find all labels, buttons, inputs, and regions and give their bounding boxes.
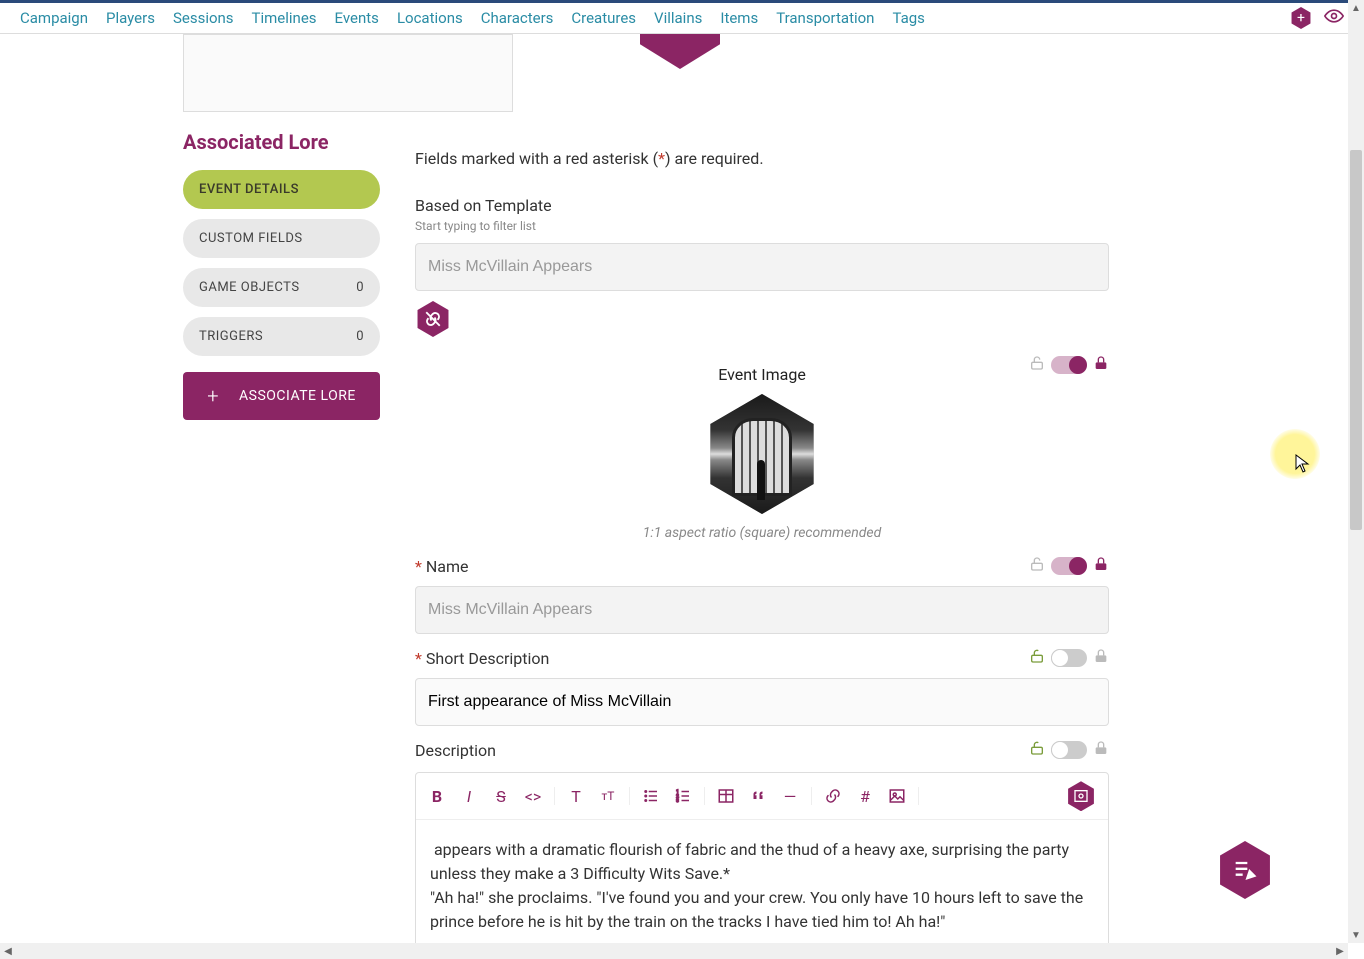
cursor-icon: [1295, 454, 1311, 479]
tab-custom-fields[interactable]: Custom Fields: [183, 219, 380, 258]
unlink-button[interactable]: [415, 301, 451, 337]
header-hexagon: [640, 34, 720, 69]
template-input[interactable]: [415, 243, 1109, 291]
code-icon[interactable]: <>: [524, 787, 542, 805]
view-icon[interactable]: [1324, 6, 1344, 31]
associate-lore-button[interactable]: + Associate Lore: [183, 372, 380, 420]
nav-tags[interactable]: Tags: [892, 9, 924, 27]
scroll-up-icon[interactable]: ▲: [1348, 0, 1364, 16]
ol-icon[interactable]: 123: [674, 787, 692, 805]
nav-transportation[interactable]: Transportation: [776, 9, 874, 27]
short-desc-lock-toggle[interactable]: [1051, 649, 1087, 667]
unlock-icon: [1029, 740, 1045, 760]
tab-game-objects[interactable]: Game Objects 0: [183, 268, 380, 307]
sidebar: Associated Lore Event Details Custom Fie…: [0, 34, 395, 959]
tab-label: Custom Fields: [199, 231, 303, 246]
link-icon[interactable]: [824, 787, 842, 805]
tab-event-details[interactable]: Event Details: [183, 170, 380, 209]
event-image[interactable]: [702, 394, 822, 514]
hr-icon[interactable]: —: [781, 787, 799, 805]
sidebar-title: Associated Lore: [183, 130, 380, 154]
lock-icon: [1093, 740, 1109, 760]
unlock-icon: [1029, 355, 1045, 375]
bold-icon[interactable]: B: [428, 787, 446, 805]
quote-icon[interactable]: [749, 787, 767, 805]
textsize-icon[interactable]: T: [567, 787, 585, 805]
nav-players[interactable]: Players: [106, 9, 155, 27]
italic-icon[interactable]: I: [460, 787, 478, 805]
main-form: Fields marked with a red asterisk (*) ar…: [395, 34, 1364, 959]
desc-label: Description: [415, 741, 496, 760]
lock-icon: [1093, 648, 1109, 668]
add-button[interactable]: +: [1290, 7, 1312, 29]
short-desc-label: *Short Description: [415, 649, 549, 668]
scroll-down-icon[interactable]: ▼: [1348, 927, 1364, 943]
tab-label: Game Objects: [199, 280, 300, 295]
tab-label: Event Details: [199, 182, 299, 197]
scroll-right-icon[interactable]: ▶: [1332, 943, 1348, 959]
template-hint: Start typing to filter list: [415, 219, 1344, 233]
desc-lock-toggle[interactable]: [1051, 741, 1087, 759]
nav-characters[interactable]: Characters: [481, 9, 554, 27]
nav-timelines[interactable]: Timelines: [252, 9, 317, 27]
hash-icon[interactable]: #: [856, 787, 874, 805]
name-lock-toggle[interactable]: [1051, 557, 1087, 575]
scroll-left-icon[interactable]: ◀: [0, 943, 16, 959]
nav-items[interactable]: Items: [720, 9, 758, 27]
tab-count: 0: [356, 329, 364, 344]
tab-triggers[interactable]: Triggers 0: [183, 317, 380, 356]
tab-count: 0: [356, 280, 364, 295]
nav-events[interactable]: Events: [335, 9, 379, 27]
nav-villains[interactable]: Villains: [654, 9, 702, 27]
topbar-actions: +: [1290, 6, 1344, 31]
vertical-scrollbar[interactable]: ▲ ▼: [1348, 0, 1364, 943]
ul-icon[interactable]: [642, 787, 660, 805]
cursor-highlight: [1270, 429, 1320, 479]
associate-lore-label: Associate Lore: [239, 388, 356, 404]
lock-icon: [1093, 355, 1109, 375]
template-label: Based on Template: [415, 196, 1344, 215]
description-editor: B I S <> T тT 123 —: [415, 772, 1109, 953]
event-image-block: Event Image 1:1 aspect ratio (square) re…: [415, 365, 1109, 542]
name-input[interactable]: [415, 586, 1109, 634]
short-desc-lock-row: [1029, 648, 1109, 668]
nav-locations[interactable]: Locations: [397, 9, 463, 27]
description-textarea[interactable]: appears with a dramatic flourish of fabr…: [416, 820, 1108, 952]
plus-icon: +: [207, 384, 219, 408]
top-nav-bar: Campaign Players Sessions Timelines Even…: [0, 0, 1364, 34]
nav-creatures[interactable]: Creatures: [571, 9, 636, 27]
image-icon[interactable]: [888, 787, 906, 805]
unlock-icon: [1029, 556, 1045, 576]
lock-icon: [1093, 556, 1109, 576]
nav-sessions[interactable]: Sessions: [173, 9, 234, 27]
tab-label: Triggers: [199, 329, 263, 344]
table-icon[interactable]: [717, 787, 735, 805]
required-hint: Fields marked with a red asterisk (*) ar…: [415, 149, 1344, 168]
editor-insert-button[interactable]: [1066, 781, 1096, 811]
event-image-label: Event Image: [415, 365, 1109, 384]
scroll-thumb[interactable]: [1350, 150, 1362, 530]
nav-campaign[interactable]: Campaign: [20, 9, 88, 27]
name-lock-row: [1029, 556, 1109, 576]
horizontal-scrollbar[interactable]: ◀ ▶: [0, 943, 1348, 959]
textsize2-icon[interactable]: тT: [599, 787, 617, 805]
strike-icon[interactable]: S: [492, 787, 510, 805]
svg-text:3: 3: [676, 798, 679, 804]
editor-toolbar: B I S <> T тT 123 —: [416, 773, 1108, 820]
unlock-icon: [1029, 648, 1045, 668]
image-lock-toggle[interactable]: [1051, 356, 1087, 374]
name-label: *Name: [415, 557, 469, 576]
event-image-caption: 1:1 aspect ratio (square) recommended: [415, 524, 1109, 542]
short-desc-input[interactable]: [415, 678, 1109, 726]
nav-links: Campaign Players Sessions Timelines Even…: [20, 9, 925, 27]
desc-lock-row: [1029, 740, 1109, 760]
